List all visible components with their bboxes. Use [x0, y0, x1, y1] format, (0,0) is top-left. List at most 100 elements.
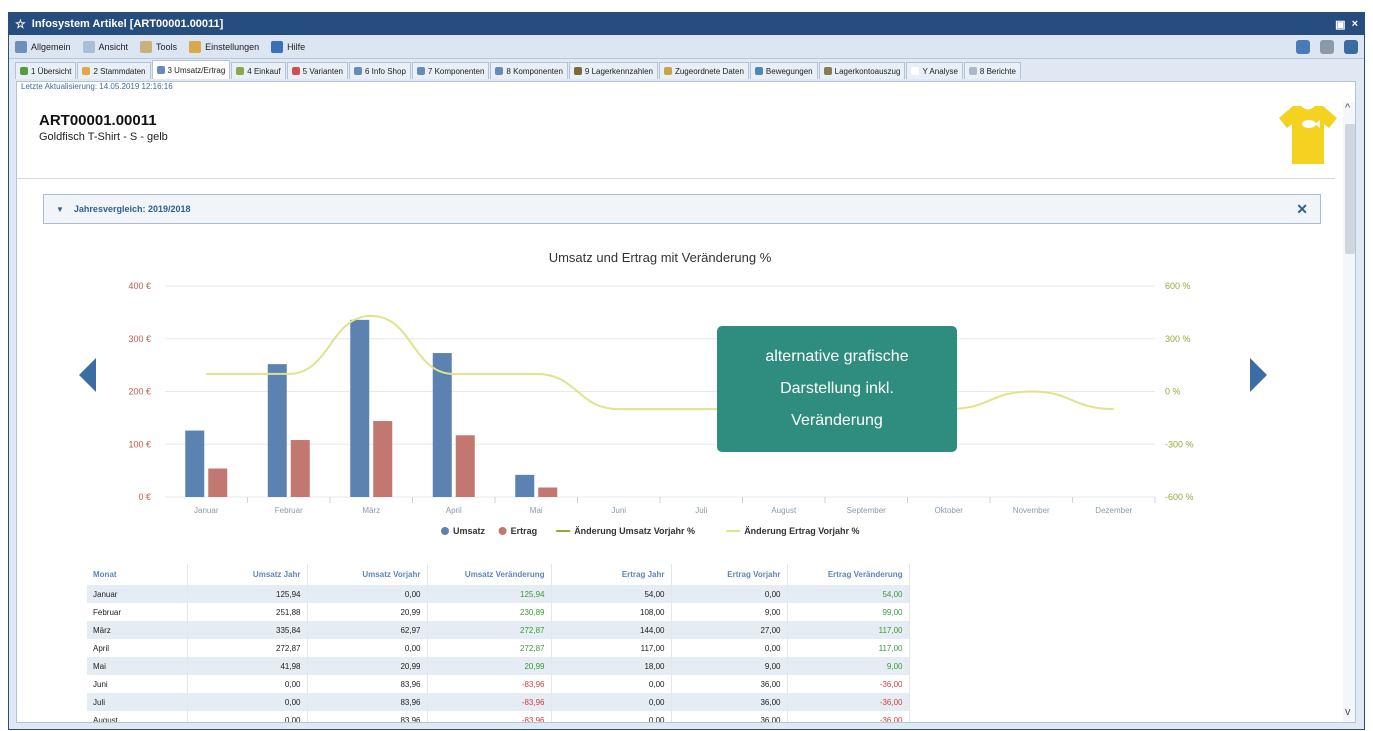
article-id: ART00001.00011	[39, 112, 157, 129]
infosystem-window: ☆ Infosystem Artikel [ART00001.00011] ▣ …	[8, 12, 1365, 730]
menu-ansicht[interactable]: Ansicht	[82, 40, 128, 53]
tab-label: 3 Umsatz/Ertrag	[167, 65, 226, 75]
tab-icon	[968, 67, 977, 75]
scroll-down-icon[interactable]: v	[1345, 706, 1351, 718]
column-header[interactable]: Umsatz Vorjahr	[307, 564, 428, 585]
table-cell: 0,00	[187, 693, 308, 711]
y-right-tick: 300 %	[1165, 334, 1191, 344]
collapse-icon[interactable]: ▼	[56, 205, 64, 214]
table-cell: -36,00	[787, 675, 910, 693]
tab-icon	[236, 67, 245, 75]
callout-line-3: Veränderung	[791, 412, 883, 429]
document-icon[interactable]	[1296, 39, 1310, 54]
column-header[interactable]: Ertrag Jahr	[551, 564, 672, 585]
tab-3[interactable]: 4 Einkauf	[231, 62, 286, 79]
table-cell: -83,96	[427, 711, 552, 722]
tab-1[interactable]: 2 Stammdaten	[77, 62, 151, 79]
table-cell: 0,00	[307, 585, 428, 603]
tshirt-image	[1279, 106, 1337, 164]
table-cell: 9,00	[671, 657, 788, 675]
bar-umsatz	[432, 353, 452, 497]
bar-umsatz	[515, 474, 535, 497]
tools-icon	[140, 40, 153, 53]
legend-label: Ertrag	[511, 526, 538, 536]
table-cell: 83,96	[307, 693, 428, 711]
table-row[interactable]: Mai 41,98 20,99 20,99 18,00 9,00 9,00	[87, 657, 910, 675]
column-header[interactable]: Ertrag Vorjahr	[671, 564, 788, 585]
tab-label: 4 Einkauf	[247, 66, 281, 76]
panel-header[interactable]: ▼ Jahresvergleich: 2019/2018 ✕	[43, 194, 1321, 224]
table-row[interactable]: März 335,84 62,97 272,87 144,00 27,00 117,00	[87, 621, 910, 639]
globe-icon[interactable]	[1344, 39, 1358, 54]
menu-bar: Allgemein Ansicht Tools Einstellungen Hi…	[9, 35, 1364, 59]
column-header[interactable]: Ertrag Veränderung	[787, 564, 910, 585]
settings-icon	[15, 40, 27, 53]
y-right-tick: -300 %	[1165, 439, 1194, 449]
menu-einstellungen[interactable]: Einstellungen	[189, 40, 259, 53]
print-icon[interactable]	[1320, 39, 1334, 54]
preferences-icon	[189, 40, 202, 53]
legend-marker	[441, 527, 449, 535]
chevron-left-icon[interactable]	[79, 358, 96, 392]
chevron-right-icon[interactable]	[1250, 358, 1267, 392]
tab-icon	[353, 67, 362, 75]
table-row[interactable]: Juni 0,00 83,96 -83,96 0,00 36,00 -36,00	[87, 675, 910, 693]
tab-4[interactable]: 5 Varianten	[286, 62, 348, 79]
x-tick-label: September	[847, 506, 886, 515]
table-cell: 62,97	[307, 621, 428, 639]
table-row[interactable]: Juli 0,00 83,96 -83,96 0,00 36,00 -36,00	[87, 693, 910, 711]
tab-7[interactable]: 8 Komponenten	[490, 62, 568, 79]
column-header[interactable]: Umsatz Veränderung	[427, 564, 552, 585]
star-icon: ☆	[15, 17, 26, 31]
table-row[interactable]: August 0,00 83,96 -83,96 0,00 36,00 -36,00	[87, 711, 910, 722]
tab-5[interactable]: 6 Info Shop	[348, 62, 411, 79]
tab-2[interactable]: 3 Umsatz/Ertrag	[151, 60, 231, 79]
column-header[interactable]: Monat	[87, 564, 188, 585]
table-cell: -36,00	[787, 711, 910, 722]
table-cell: -36,00	[787, 693, 910, 711]
y-left-tick: 200 €	[128, 387, 151, 397]
legend-marker	[498, 527, 507, 535]
scroll-up-icon[interactable]: ^	[1345, 102, 1350, 114]
bar-umsatz	[185, 430, 205, 497]
vertical-scrollbar[interactable]: ^ v	[1343, 102, 1355, 722]
table-cell: 83,96	[307, 675, 428, 693]
tab-11[interactable]: Lagerkontoauszug	[818, 62, 906, 79]
table-row[interactable]: Februar 251,88 20,99 230,89 108,00 9,00 99,00	[87, 603, 910, 621]
close-icon[interactable]: ✕	[1296, 201, 1308, 218]
tab-13[interactable]: 8 Berichte	[963, 62, 1021, 79]
table-cell: 144,00	[551, 621, 672, 639]
tab-6[interactable]: 7 Komponenten	[411, 62, 490, 79]
tab-8[interactable]: 9 Lagerkennzahlen	[568, 62, 658, 79]
tab-12[interactable]: Y Analyse	[906, 62, 963, 79]
close-window-icon[interactable]: ×	[1352, 18, 1358, 30]
table-cell: Mai	[87, 657, 188, 675]
menu-allgemein[interactable]: Allgemein	[15, 40, 71, 53]
table-cell: 54,00	[787, 585, 910, 603]
table-cell: 83,96	[307, 711, 428, 722]
title-bar: ☆ Infosystem Artikel [ART00001.00011] ▣ …	[9, 13, 1364, 35]
content-area: Letzte Aktualisierung: 14.05.2019 12:16:…	[16, 81, 1356, 723]
menu-tools[interactable]: Tools	[140, 40, 177, 53]
tab-0[interactable]: 1 Übersicht	[15, 62, 77, 79]
menu-hilfe[interactable]: Hilfe	[271, 40, 305, 53]
column-header[interactable]: Umsatz Jahr	[187, 564, 308, 585]
scroll-thumb[interactable]	[1345, 124, 1355, 254]
table-cell: 54,00	[551, 585, 672, 603]
y-left-tick: 100 €	[128, 439, 151, 449]
table-row[interactable]: April 272,87 0,00 272,87 117,00 0,00 117,00	[87, 639, 910, 657]
line-series	[206, 314, 1114, 411]
tab-9[interactable]: Zugeordnete Daten	[658, 62, 749, 79]
window-menu-icon[interactable]: ▣	[1335, 18, 1345, 31]
legend-label: Änderung Ertrag Vorjahr %	[744, 526, 859, 536]
legend-label: Umsatz	[453, 526, 486, 536]
tab-10[interactable]: Bewegungen	[749, 62, 818, 79]
x-tick-label: Juli	[695, 506, 707, 515]
table-row[interactable]: Januar 125,94 0,00 125,94 54,00 0,00 54,00	[87, 585, 910, 603]
legend-label: Änderung Umsatz Vorjahr %	[574, 526, 695, 536]
table-header: Monat Umsatz Jahr Umsatz Vorjahr Umsatz Ver…	[87, 564, 910, 585]
x-tick-label: November	[1013, 506, 1050, 515]
tab-icon	[416, 67, 425, 75]
table-cell: 230,89	[427, 603, 552, 621]
bar-ertrag	[538, 487, 558, 497]
